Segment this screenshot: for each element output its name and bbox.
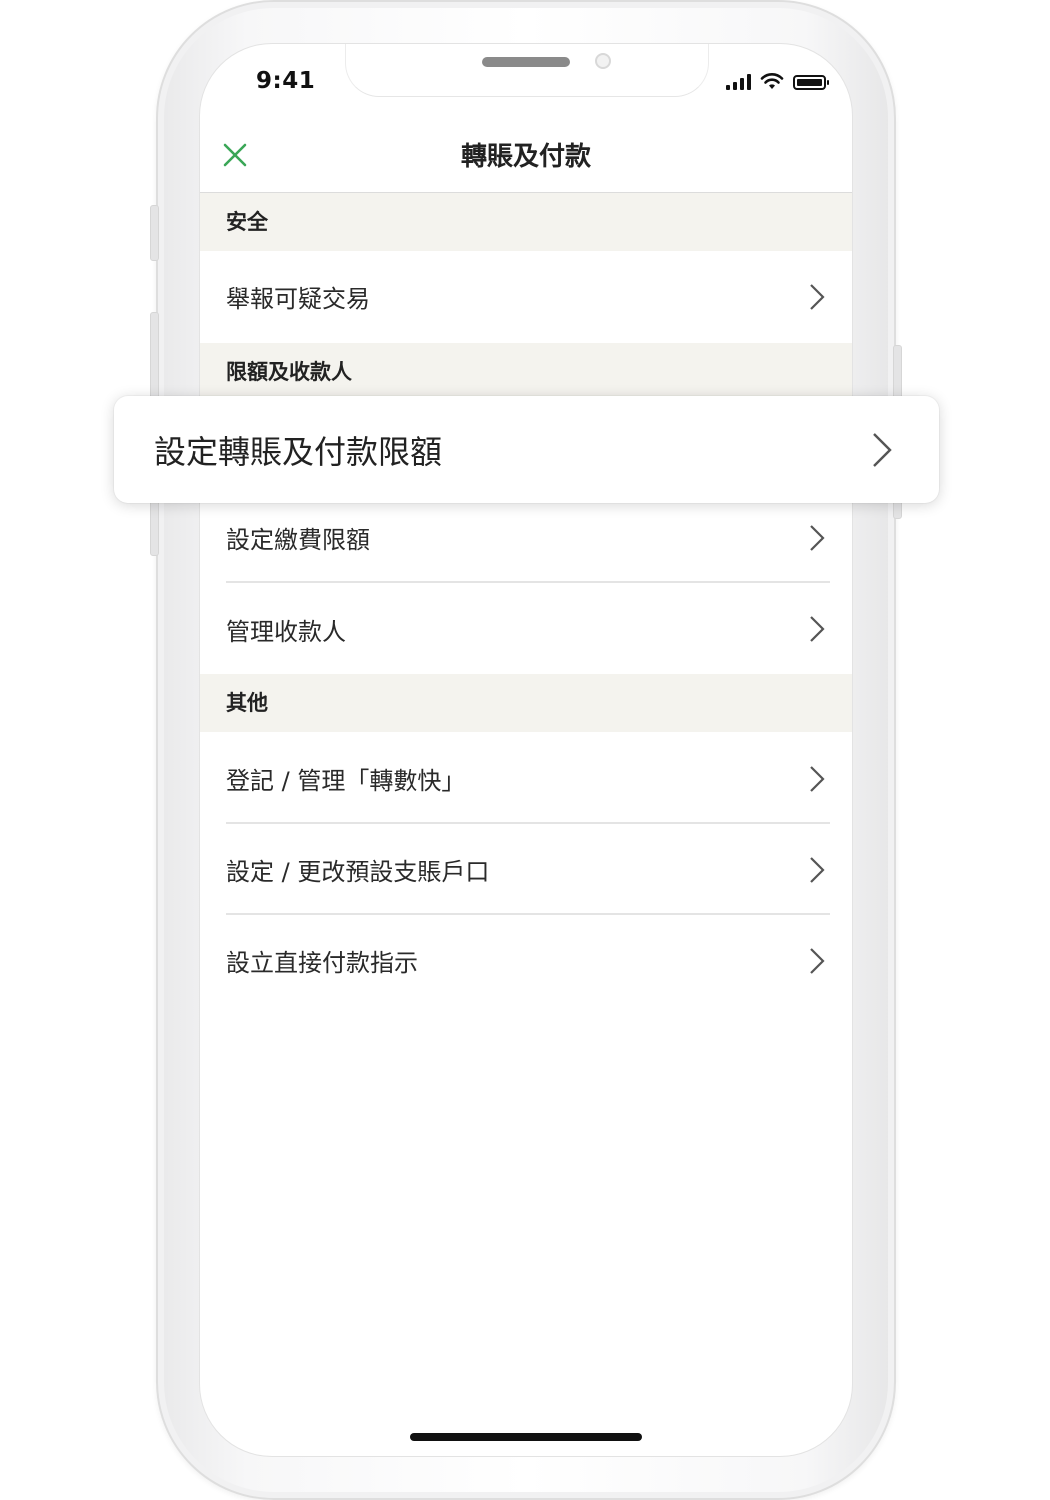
menu-item-manage-payees[interactable]: 管理收款人 <box>200 584 852 674</box>
front-camera <box>595 53 611 69</box>
menu-item-label: 登記 / 管理「轉數快」 <box>226 767 466 795</box>
menu-item-default-account[interactable]: 設定 / 更改預設支賬戶口 <box>200 825 852 914</box>
menu-item-set-transfer-limit[interactable]: 設定轉賬及付款限額 <box>114 396 939 503</box>
menu-item-set-bill-limit[interactable]: 設定繳費限額 <box>200 493 852 582</box>
mute-switch <box>150 205 159 261</box>
battery-icon <box>793 75 829 90</box>
section-header-others: 其他 <box>200 674 852 732</box>
chevron-right-icon <box>873 432 892 467</box>
menu-item-label: 設定轉賬及付款限額 <box>154 432 443 471</box>
chevron-right-icon <box>810 283 825 310</box>
menu-item-report-suspicious[interactable]: 舉報可疑交易 <box>200 251 852 342</box>
notch <box>345 44 709 97</box>
home-indicator <box>410 1433 642 1441</box>
speaker-grille <box>482 57 570 67</box>
chevron-right-icon <box>810 524 825 551</box>
navigation-bar: 轉賬及付款 <box>200 114 852 193</box>
chevron-right-icon <box>810 765 825 792</box>
chevron-right-icon <box>810 947 825 974</box>
section-header-label: 限額及收款人 <box>226 360 352 384</box>
status-time: 9:41 <box>256 68 316 94</box>
section-header-label: 安全 <box>226 210 268 234</box>
section-header-label: 其他 <box>226 691 268 715</box>
menu-item-direct-debit[interactable]: 設立直接付款指示 <box>200 916 852 1005</box>
menu-item-label: 舉報可疑交易 <box>226 285 370 313</box>
divider <box>226 822 830 824</box>
status-icons <box>726 72 829 90</box>
page-title: 轉賬及付款 <box>460 142 591 172</box>
menu-item-label: 設定繳費限額 <box>226 526 370 554</box>
phone-screen: 9:41 轉賬及付款 安全 舉報可疑交易 限額及收款人 設定繳費限額 管理收款人… <box>200 44 852 1456</box>
menu-item-label: 設立直接付款指示 <box>226 949 418 977</box>
chevron-right-icon <box>810 616 825 642</box>
divider <box>226 581 830 583</box>
divider <box>226 913 830 915</box>
menu-item-fps-manage[interactable]: 登記 / 管理「轉數快」 <box>200 734 852 823</box>
menu-item-label: 設定 / 更改預設支賬戶口 <box>226 858 490 886</box>
signal-icon <box>726 74 751 90</box>
section-header-security: 安全 <box>200 193 852 251</box>
chevron-right-icon <box>810 856 825 883</box>
wifi-icon <box>760 73 784 89</box>
menu-item-label: 管理收款人 <box>226 617 346 646</box>
section-header-limits: 限額及收款人 <box>200 343 852 401</box>
